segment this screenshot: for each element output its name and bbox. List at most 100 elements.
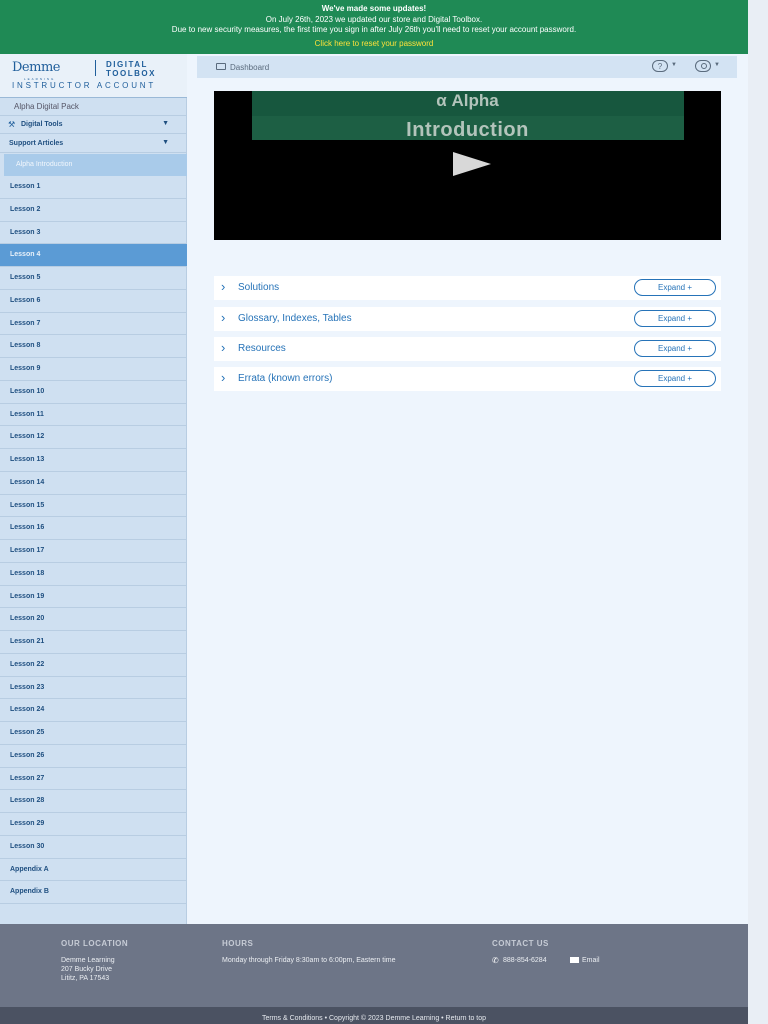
sidebar-item-lesson[interactable]: Lesson 24 [0, 699, 187, 722]
accordion-errata[interactable]: › Errata (known errors) Expand + [214, 367, 721, 391]
lesson-label: Lesson 7 [10, 319, 41, 327]
brand-header[interactable]: Demme LEARNING DIGITAL TOOLBOX INSTRUCTO… [0, 54, 187, 98]
sidebar-item-lesson[interactable]: Appendix A [0, 859, 187, 882]
lesson-label: Appendix A [10, 865, 49, 873]
accordion-resources[interactable]: › Resources Expand + [214, 337, 721, 361]
sidebar-item-lesson[interactable]: Lesson 22 [0, 654, 187, 677]
accordion-title: Glossary, Indexes, Tables [238, 313, 352, 324]
expand-button[interactable]: Expand + [634, 310, 716, 327]
sidebar-item-lesson[interactable]: Lesson 20 [0, 608, 187, 631]
sidebar-item-lesson[interactable]: Lesson 3 [0, 222, 187, 245]
sidebar-item-lesson[interactable]: Lesson 16 [0, 517, 187, 540]
lesson-label: Lesson 20 [10, 615, 45, 623]
hours-heading: HOURS [222, 939, 254, 948]
support-articles-label: Support Articles [9, 140, 64, 147]
sidebar-item-lesson[interactable]: Lesson 7 [0, 313, 187, 336]
sidebar-item-lesson[interactable]: Lesson 11 [0, 404, 187, 427]
chevron-right-icon: › [221, 340, 226, 355]
footer-bottom-bar: Terms & Conditions • Copyright © 2023 De… [0, 1007, 748, 1024]
chevron-right-icon: › [221, 279, 226, 294]
sidebar: Demme LEARNING DIGITAL TOOLBOX INSTRUCTO… [0, 54, 187, 924]
accordion-solutions[interactable]: › Solutions Expand + [214, 276, 721, 300]
sidebar-item-lesson[interactable]: Lesson 17 [0, 540, 187, 563]
lesson-label: Lesson 18 [10, 569, 45, 577]
lesson-label: Lesson 17 [10, 547, 45, 554]
video-player[interactable]: α Alpha Introduction [214, 91, 721, 240]
sidebar-item-lesson[interactable]: Lesson 1 [0, 176, 187, 199]
user-account-icon[interactable] [695, 60, 711, 72]
footer-links[interactable]: Terms & Conditions • Copyright © 2023 De… [262, 1015, 486, 1022]
lesson-label: Lesson 21 [10, 638, 45, 645]
lesson-label: Lesson 19 [10, 592, 45, 600]
expand-button[interactable]: Expand + [634, 340, 716, 357]
sidebar-item-lesson[interactable]: Lesson 14 [0, 472, 187, 495]
expand-button[interactable]: Expand + [634, 279, 716, 296]
banner-line-2: Due to new security measures, the first … [171, 25, 577, 34]
lesson-label: Lesson 26 [10, 751, 45, 759]
chevron-down-icon[interactable]: ▼ [671, 62, 677, 68]
sidebar-item-lesson[interactable]: Lesson 10 [0, 381, 187, 404]
sidebar-item-lesson[interactable]: Lesson 27 [0, 768, 187, 791]
help-icon[interactable]: ? [652, 60, 668, 72]
lesson-label: Lesson 22 [10, 660, 45, 668]
lesson-label: Lesson 5 [10, 274, 41, 281]
sidebar-item-lesson[interactable]: Lesson 21 [0, 631, 187, 654]
sidebar-item-lesson[interactable]: Lesson 28 [0, 790, 187, 813]
sidebar-item-lesson[interactable]: Lesson 29 [0, 813, 187, 836]
reset-password-link[interactable]: Click here to reset your password [0, 39, 748, 48]
sidebar-item-lesson[interactable]: Lesson 25 [0, 722, 187, 745]
sidebar-item-lesson[interactable]: Lesson 18 [0, 563, 187, 586]
lesson-label: Lesson 25 [10, 729, 45, 736]
lesson-label: Lesson 2 [10, 205, 41, 213]
brand-divider [95, 60, 96, 76]
sidebar-item-lesson[interactable]: Lesson 12 [0, 426, 187, 449]
sidebar-item-lesson[interactable]: Lesson 19 [0, 586, 187, 609]
email-link[interactable]: Email [582, 957, 600, 964]
lesson-label: Lesson 3 [10, 228, 41, 236]
sidebar-item-lesson[interactable]: Lesson 30 [0, 836, 187, 859]
sidebar-item-lesson[interactable]: Lesson 6 [0, 290, 187, 313]
lesson-list: Lesson 1 Lesson 2 Lesson 3 Lesson 4 Lesson 5… [0, 176, 187, 904]
hours-text: Monday through Friday 8:30am to 6:00pm, … [222, 957, 396, 964]
page-scrollbar[interactable] [748, 0, 768, 1024]
sidebar-item-support-articles[interactable]: Support Articles ▼ [0, 135, 187, 153]
pack-title-label: Alpha Digital Pack [14, 102, 79, 111]
sidebar-item-lesson[interactable]: Lesson 15 [0, 495, 187, 518]
dashboard-link[interactable]: Dashboard [230, 63, 269, 72]
sidebar-item-lesson[interactable]: Lesson 26 [0, 745, 187, 768]
banner-headline: We've made some updates! [321, 4, 427, 13]
chevron-down-icon[interactable]: ▼ [714, 62, 720, 68]
toolbox-icon: ⚒ [8, 120, 16, 129]
accordion-title: Resources [238, 343, 286, 354]
instructor-account-label: INSTRUCTOR ACCOUNT [12, 81, 157, 90]
alpha-introduction-label: Alpha Introduction [16, 161, 73, 168]
sidebar-item-lesson[interactable]: Lesson 8 [0, 335, 187, 358]
sidebar-item-lesson[interactable]: Lesson 2 [0, 199, 187, 222]
brand-toolbox: TOOLBOX [106, 69, 156, 78]
sidebar-item-lesson[interactable]: Lesson 4 [0, 244, 187, 267]
sidebar-item-lesson[interactable]: Lesson 13 [0, 449, 187, 472]
sidebar-item-lesson[interactable]: Lesson 9 [0, 358, 187, 381]
lesson-label: Lesson 30 [10, 842, 45, 850]
sidebar-item-digital-tools[interactable]: ⚒ Digital Tools ▼ [0, 116, 187, 134]
accordion-glossary[interactable]: › Glossary, Indexes, Tables Expand + [214, 307, 721, 331]
pack-title: Alpha Digital Pack [0, 98, 187, 116]
sidebar-item-lesson[interactable]: Lesson 23 [0, 677, 187, 700]
top-bar: Dashboard ? ▼ ▼ [197, 56, 737, 78]
sidebar-item-lesson[interactable]: Lesson 5 [0, 267, 187, 290]
lesson-label: Lesson 24 [10, 706, 45, 714]
sidebar-item-lesson[interactable]: Appendix B [0, 881, 187, 904]
video-introduction-title: Introduction [406, 119, 529, 141]
lesson-label: Lesson 10 [10, 387, 45, 395]
sidebar-item-alpha-introduction[interactable]: Alpha Introduction [4, 154, 187, 176]
play-icon[interactable] [453, 152, 491, 176]
phone-link[interactable]: 888-854-6284 [503, 957, 547, 964]
brand-digital: DIGITAL [106, 60, 148, 69]
expand-button[interactable]: Expand + [634, 370, 716, 387]
lesson-label: Lesson 11 [10, 410, 44, 418]
chevron-down-icon: ▼ [162, 139, 169, 146]
lesson-label: Lesson 4 [10, 251, 41, 259]
lesson-label: Lesson 29 [10, 820, 45, 827]
lesson-label: Lesson 15 [10, 501, 45, 509]
dashboard-icon[interactable] [216, 63, 226, 70]
